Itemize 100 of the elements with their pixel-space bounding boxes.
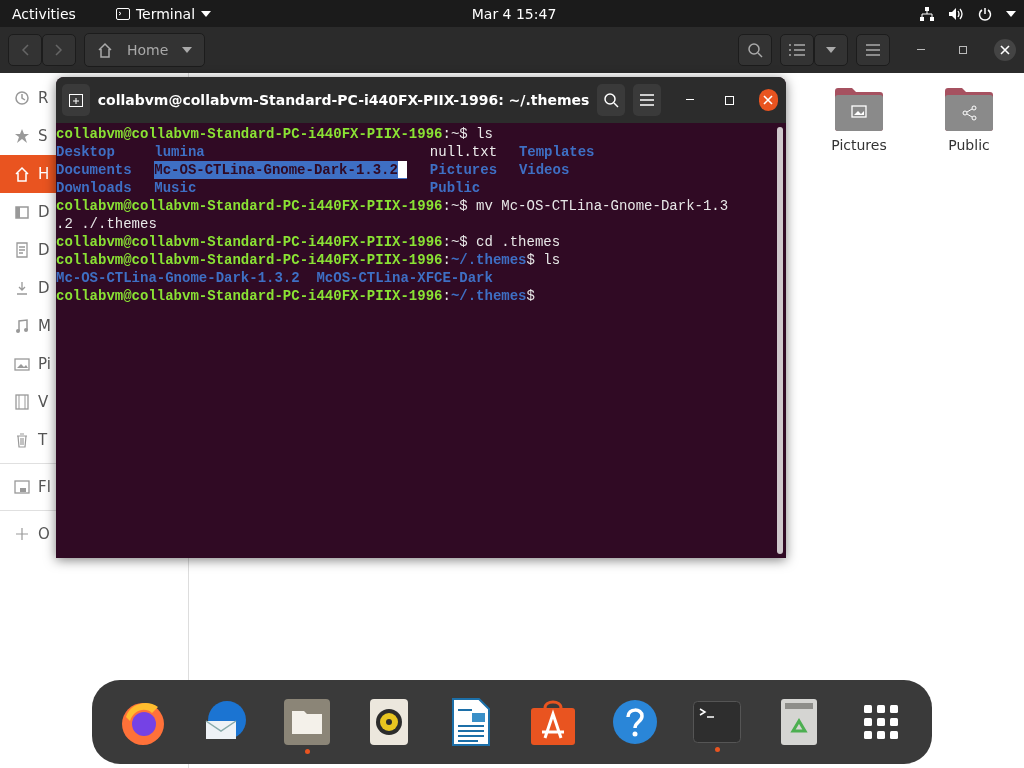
download-icon xyxy=(14,280,30,296)
directory-name: Public xyxy=(429,179,481,197)
shopping-bag-icon[interactable] xyxy=(530,698,576,746)
new-tab-button[interactable] xyxy=(62,84,90,116)
menu-icon xyxy=(639,94,654,106)
caret-icon[interactable] xyxy=(1006,10,1016,17)
running-indicator xyxy=(304,749,310,754)
terminal-icon xyxy=(115,7,130,20)
caret-icon xyxy=(201,10,212,17)
chevron-left-icon xyxy=(21,44,29,56)
prompt-path: ~/.themes xyxy=(450,288,527,304)
plus-icon xyxy=(14,526,30,542)
volume-icon[interactable] xyxy=(948,6,964,21)
network-icon[interactable] xyxy=(920,6,934,21)
prompt-separator: : xyxy=(442,288,451,304)
search-button[interactable] xyxy=(597,84,626,116)
question-mark-icon[interactable] xyxy=(612,699,658,745)
sidebar-item[interactable]: Pi xyxy=(0,345,56,383)
directory-name: Downloads xyxy=(56,179,132,197)
directory-name: Desktop xyxy=(56,143,115,161)
prompt-separator: : xyxy=(442,234,451,250)
folder-label: Public xyxy=(948,137,990,153)
sidebar-label: D xyxy=(38,241,50,259)
search-button[interactable] xyxy=(738,34,772,66)
prompt-symbol: $ xyxy=(459,198,468,214)
image-folder-icon[interactable] xyxy=(835,87,883,131)
clock[interactable]: Mar 4 15:47 xyxy=(346,5,682,22)
directory-name: McOS-CTLina-XFCE-Dark xyxy=(316,269,493,287)
sidebar-item[interactable]: T xyxy=(0,421,56,459)
drive-icon xyxy=(14,479,30,495)
sidebar-item[interactable]: D xyxy=(0,193,56,231)
caret-icon xyxy=(182,47,193,53)
sidebar-item[interactable]: D xyxy=(0,269,56,307)
sidebar-item[interactable]: M xyxy=(0,307,56,345)
prompt-path: ~/.themes xyxy=(450,252,527,268)
prompt-path: ~ xyxy=(450,126,460,142)
prompt-symbol: $ xyxy=(459,234,468,250)
prompt-user-host: collabvm@collabvm-Standard-PC-i440FX-PIIX-1996 xyxy=(56,234,443,250)
sidebar-item[interactable]: O xyxy=(0,515,56,553)
speaker-icon[interactable] xyxy=(370,699,408,745)
sidebar-label: S xyxy=(38,127,48,145)
output-text: .2 ./.themes xyxy=(56,216,157,232)
sidebar-item[interactable]: H xyxy=(0,155,56,193)
sidebar-label: O xyxy=(38,525,50,543)
sidebar-label: H xyxy=(38,165,50,183)
sidebar-label: T xyxy=(38,431,48,449)
file-name: null.txt xyxy=(429,143,498,161)
command-text: ls xyxy=(475,126,493,142)
directory-name: lumina xyxy=(154,143,205,161)
menu-icon xyxy=(866,44,880,56)
prompt-user-host: collabvm@collabvm-Standard-PC-i440FX-PIIX-1996 xyxy=(56,288,443,304)
list-icon xyxy=(789,44,805,56)
prompt-symbol: $ xyxy=(459,126,468,142)
prompt-symbol: $ xyxy=(526,252,535,268)
close-button[interactable] xyxy=(758,89,778,111)
close-button[interactable] xyxy=(994,39,1016,61)
search-icon xyxy=(747,42,763,58)
prompt-user-host: collabvm@collabvm-Standard-PC-i440FX-PIIX-1996 xyxy=(56,252,443,268)
star-icon xyxy=(14,128,30,144)
minimize-icon xyxy=(917,49,925,51)
sidebar-item[interactable]: D xyxy=(0,231,56,269)
close-icon xyxy=(1000,45,1010,55)
sidebar-item[interactable]: S xyxy=(0,117,56,155)
command-text: mv Mc-OS-CTLina-Gnome-Dark-1.3 xyxy=(475,198,729,214)
trash-icon xyxy=(14,432,30,448)
maximize-icon xyxy=(959,46,967,54)
sidebar-item[interactable]: R xyxy=(0,79,56,117)
new-tab-icon xyxy=(68,93,83,107)
running-indicator xyxy=(714,747,720,752)
document-icon xyxy=(14,242,30,258)
sidebar-label: D xyxy=(38,279,50,297)
app-grid-icon[interactable] xyxy=(864,705,898,739)
menu-button[interactable] xyxy=(856,34,890,66)
music-note-icon xyxy=(14,318,30,334)
power-icon[interactable] xyxy=(978,6,992,21)
prompt-separator: : xyxy=(442,198,451,214)
film-icon xyxy=(14,394,30,410)
close-icon xyxy=(763,95,774,105)
command-text: ls xyxy=(542,252,561,268)
sidebar-item[interactable]: V xyxy=(0,383,56,421)
location-button[interactable]: Home xyxy=(84,33,206,67)
share-folder-icon[interactable] xyxy=(945,87,993,131)
command-text: cd .themes xyxy=(475,234,561,250)
menu-button[interactable] xyxy=(633,84,661,116)
maximize-icon xyxy=(724,95,734,105)
view-options-button[interactable] xyxy=(814,34,848,66)
app-menu[interactable]: Terminal xyxy=(115,5,212,22)
prompt-user-host: collabvm@collabvm-Standard-PC-i440FX-PIIX-1996 xyxy=(56,198,443,214)
directory-name: Pictures xyxy=(429,161,498,179)
activities-button[interactable]: Activities xyxy=(12,5,76,22)
sidebar-label: R xyxy=(38,89,49,107)
list-view-button[interactable] xyxy=(780,34,814,66)
image-icon xyxy=(14,356,30,372)
directory-name: Documents xyxy=(56,161,132,179)
sidebar-label: V xyxy=(38,393,49,411)
sidebar-item[interactable]: Fl xyxy=(0,468,56,506)
document-icon[interactable] xyxy=(452,698,490,746)
chevron-right-icon xyxy=(55,44,63,56)
minimize-icon xyxy=(686,99,695,101)
prompt-symbol: $ xyxy=(526,288,535,304)
